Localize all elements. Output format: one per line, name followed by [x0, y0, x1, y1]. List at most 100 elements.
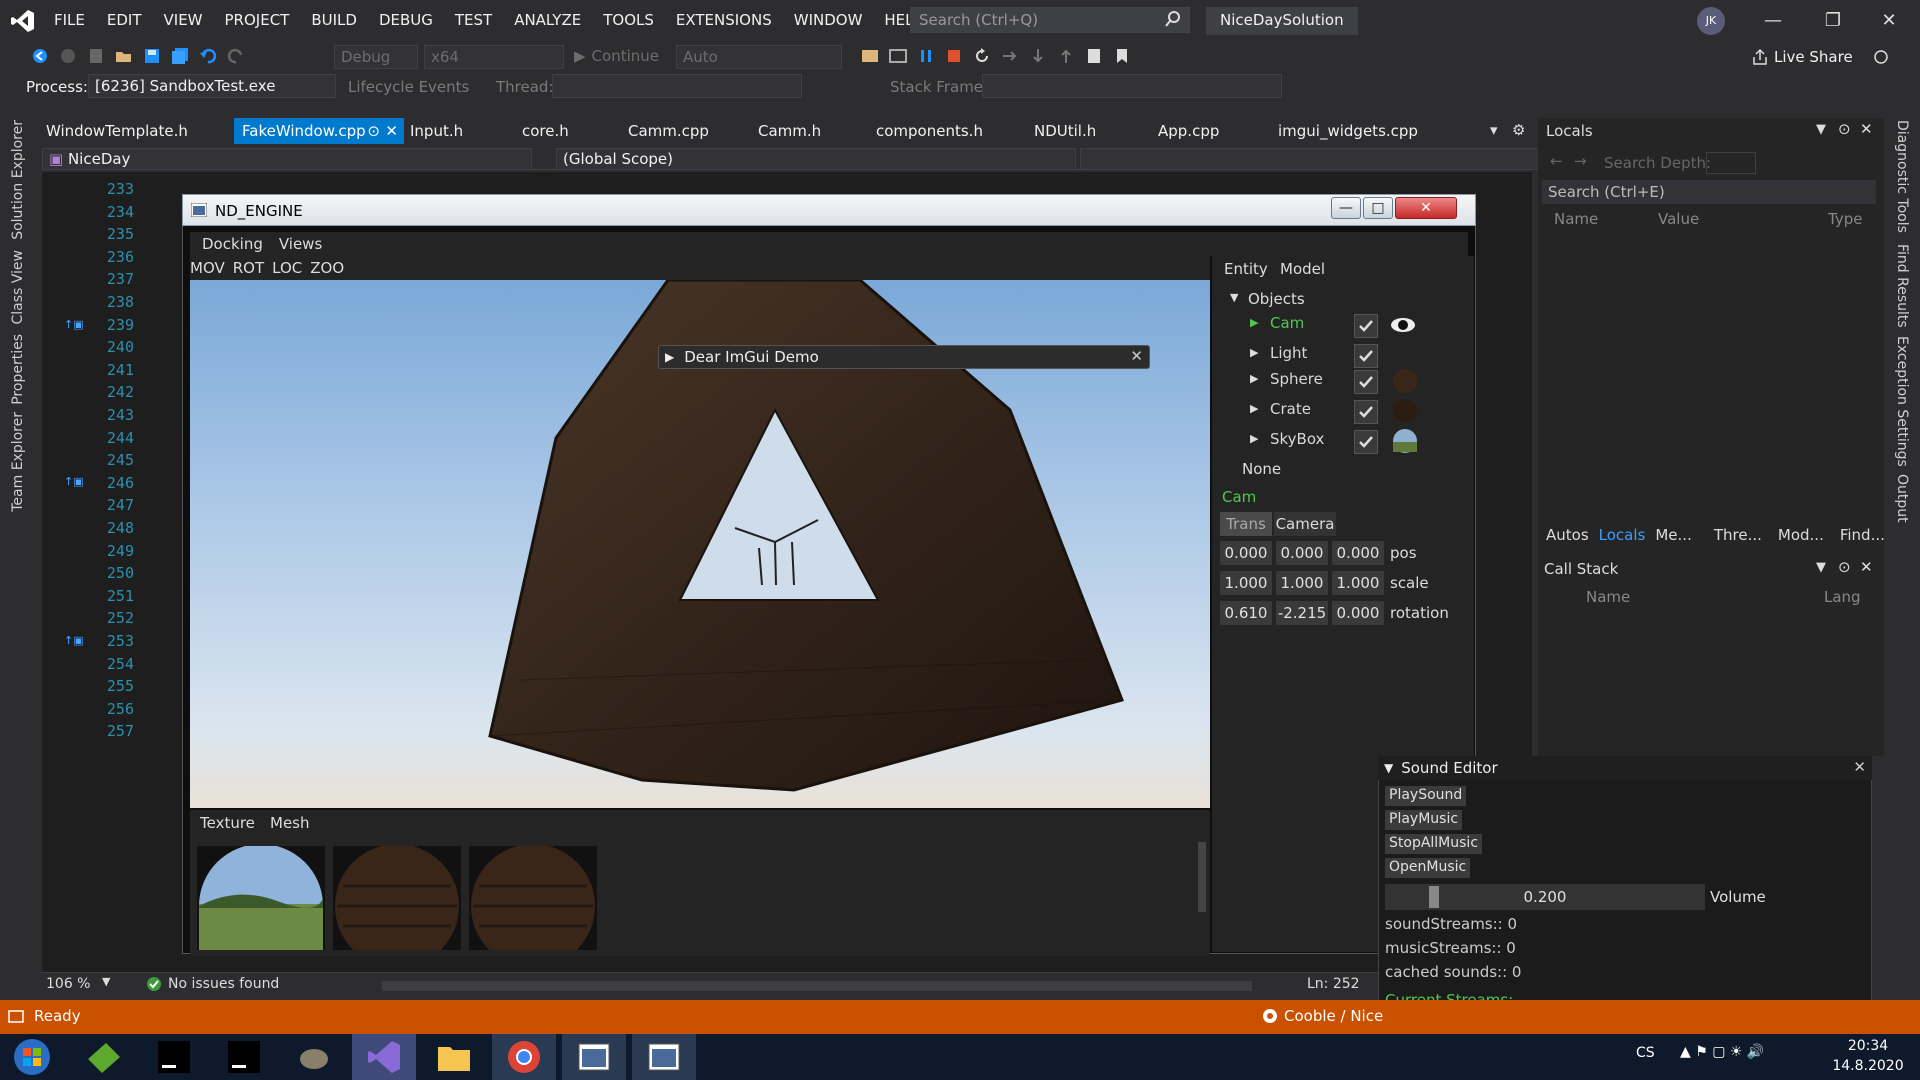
pin-icon[interactable]: ⊙ — [1838, 120, 1851, 138]
close-icon[interactable]: ✕ — [1130, 347, 1143, 365]
open-music-button[interactable]: OpenMusic — [1385, 858, 1471, 878]
back-icon[interactable] — [31, 47, 49, 65]
taskbar-clion-icon[interactable] — [212, 1034, 276, 1080]
pos-z-field[interactable]: 0.000 — [1332, 541, 1384, 565]
dropdown-icon[interactable]: ▼ — [1816, 122, 1826, 137]
tab-trans[interactable]: Trans — [1220, 512, 1272, 536]
play-sound-button[interactable]: PlaySound — [1385, 786, 1467, 806]
menu-tools[interactable]: TOOLS — [603, 11, 654, 29]
close-icon[interactable]: ✕ — [1860, 558, 1873, 576]
zoom-dropdown-icon[interactable]: ▼ — [102, 975, 110, 988]
tab-locals[interactable]: Locals — [1599, 526, 1646, 544]
engine-minimize-button[interactable]: — — [1331, 197, 1361, 219]
taskbar-app-green-icon[interactable] — [72, 1034, 136, 1080]
scale-z-field[interactable]: 1.000 — [1332, 571, 1384, 595]
repo-indicator[interactable]: Cooble / Nice — [1262, 1007, 1383, 1025]
menu-views[interactable]: Views — [279, 235, 322, 253]
pin-icon[interactable]: ⊙ — [1838, 558, 1851, 576]
close-tab-icon[interactable]: ✕ — [385, 118, 398, 144]
zoom-level[interactable]: 106 % — [46, 976, 90, 992]
tab-camera[interactable]: Camera — [1274, 512, 1336, 536]
open-file-icon[interactable] — [115, 47, 133, 65]
enable-checkbox[interactable] — [1354, 400, 1378, 424]
taskbar-gimp-icon[interactable] — [282, 1034, 346, 1080]
tab-model[interactable]: Model — [1280, 260, 1325, 278]
texture-thumbnail-crate[interactable] — [469, 846, 597, 950]
project-select[interactable]: ▣ NiceDay — [42, 148, 532, 170]
reference-icon[interactable]: ↑▣ — [64, 318, 84, 331]
reference-icon[interactable]: ↑▣ — [64, 634, 84, 647]
pause-icon[interactable] — [917, 47, 935, 65]
reference-icon[interactable]: ↑▣ — [64, 475, 84, 488]
forward-arrow-icon[interactable]: → — [1574, 152, 1587, 170]
mode-zoo[interactable]: ZOO — [310, 259, 344, 277]
step-into-icon[interactable] — [1029, 47, 1047, 65]
taskbar-explorer-icon[interactable] — [422, 1034, 486, 1080]
close-button[interactable]: ✕ — [1866, 0, 1912, 42]
tree-arrow-icon[interactable]: ▶ — [1250, 372, 1258, 385]
tree-arrow-icon[interactable]: ▶ — [1250, 346, 1258, 359]
platform-select[interactable]: x64 — [424, 45, 564, 69]
tree-expand-icon[interactable]: ▼ — [1230, 291, 1238, 304]
horizontal-scrollbar[interactable] — [382, 981, 1252, 991]
tab-find-results[interactable]: Find Results — [1894, 244, 1910, 328]
tab-entity[interactable]: Entity — [1224, 260, 1268, 278]
tab-windowtemplate-h[interactable]: WindowTemplate.h — [38, 118, 196, 144]
tab-solution-explorer[interactable]: Solution Explorer — [10, 120, 26, 240]
tab-exception-settings[interactable]: Exception Settings — [1894, 336, 1910, 467]
taskbar-visual-studio-icon[interactable] — [352, 1034, 416, 1080]
tab-diagnostic-tools[interactable]: Diagnostic Tools — [1894, 120, 1910, 233]
taskbar-window-icon[interactable] — [632, 1034, 696, 1080]
menu-test[interactable]: TEST — [455, 11, 492, 29]
menu-edit[interactable]: EDIT — [107, 11, 142, 29]
rotation-y-field[interactable]: -2.215 — [1276, 601, 1328, 625]
menu-extensions[interactable]: EXTENSIONS — [676, 11, 772, 29]
object-sphere[interactable]: Sphere — [1270, 370, 1323, 388]
restore-button[interactable]: ❐ — [1810, 0, 1856, 42]
close-icon[interactable]: ✕ — [1853, 758, 1866, 776]
eye-icon[interactable] — [1390, 316, 1416, 334]
volume-slider[interactable]: 0.200 — [1385, 884, 1705, 910]
menu-file[interactable]: FILE — [54, 11, 85, 29]
texture-thumbnail-skybox[interactable] — [197, 846, 325, 950]
taskbar-chrome-icon[interactable] — [492, 1034, 556, 1080]
scale-y-field[interactable]: 1.000 — [1276, 571, 1328, 595]
rotation-z-field[interactable]: 0.000 — [1332, 601, 1384, 625]
enable-checkbox[interactable] — [1354, 314, 1378, 338]
forward-icon[interactable] — [59, 47, 77, 65]
search-input[interactable]: Search (Ctrl+Q) — [910, 7, 1190, 33]
bookmark-icon[interactable] — [1113, 47, 1131, 65]
tab-components-h[interactable]: components.h — [868, 118, 991, 144]
scale-x-field[interactable]: 1.000 — [1220, 571, 1272, 595]
none-item[interactable]: None — [1242, 460, 1281, 478]
engine-close-button[interactable]: ✕ — [1395, 197, 1457, 219]
menu-analyze[interactable]: ANALYZE — [514, 11, 581, 29]
save-icon[interactable] — [143, 47, 161, 65]
lifecycle-events-button[interactable]: Lifecycle Events — [348, 78, 469, 96]
menu-build[interactable]: BUILD — [311, 11, 357, 29]
close-icon[interactable]: ✕ — [1860, 120, 1873, 138]
dropdown-icon[interactable]: ▼ — [1816, 560, 1826, 575]
redo-icon[interactable] — [227, 47, 245, 65]
tab-find[interactable]: Find... — [1840, 526, 1885, 544]
tab-core-h[interactable]: core.h — [514, 118, 577, 144]
search-depth-select[interactable] — [1706, 152, 1756, 174]
feedback-icon[interactable] — [1872, 48, 1890, 66]
tab-fakewindow-cpp[interactable]: FakeWindow.cpp ⊙ ✕ — [234, 118, 404, 144]
texture-thumbnail-wood[interactable] — [333, 846, 461, 950]
stop-icon[interactable] — [945, 47, 963, 65]
tab-threads[interactable]: Thre... — [1714, 526, 1762, 544]
rotation-x-field[interactable]: 0.610 — [1220, 601, 1272, 625]
tab-mesh[interactable]: Mesh — [270, 814, 310, 832]
enable-checkbox[interactable] — [1354, 430, 1378, 454]
issues-indicator[interactable]: No issues found — [146, 976, 279, 992]
tab-input-h[interactable]: Input.h — [402, 118, 471, 144]
pos-y-field[interactable]: 0.000 — [1276, 541, 1328, 565]
tab-imgui-widgets-cpp[interactable]: imgui_widgets.cpp — [1270, 118, 1426, 144]
process-icon[interactable] — [861, 47, 879, 65]
menu-docking[interactable]: Docking — [202, 235, 263, 253]
imgui-demo-window[interactable]: ▶ Dear ImGui Demo ✕ — [658, 345, 1150, 369]
clock-time[interactable]: 20:34 — [1840, 1038, 1896, 1054]
auto-select[interactable]: Auto — [676, 45, 842, 69]
tab-camm-h[interactable]: Camm.h — [750, 118, 829, 144]
